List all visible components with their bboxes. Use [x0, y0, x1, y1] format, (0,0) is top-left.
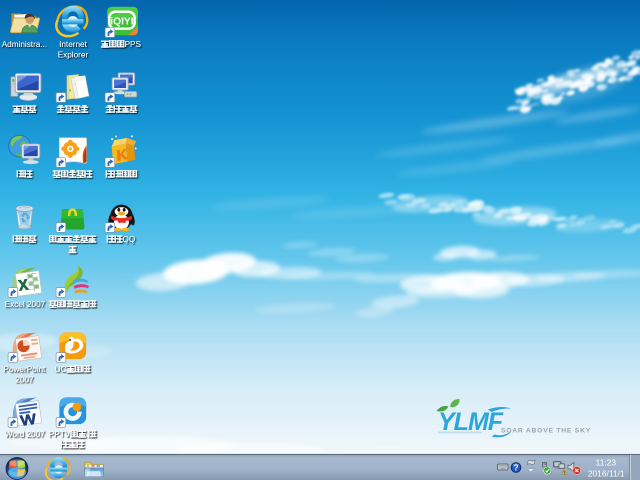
svg-text:?: ? — [513, 463, 518, 473]
svg-text:11:23: 11:23 — [596, 458, 617, 468]
svg-text:2016/11/1: 2016/11/1 — [588, 469, 625, 479]
